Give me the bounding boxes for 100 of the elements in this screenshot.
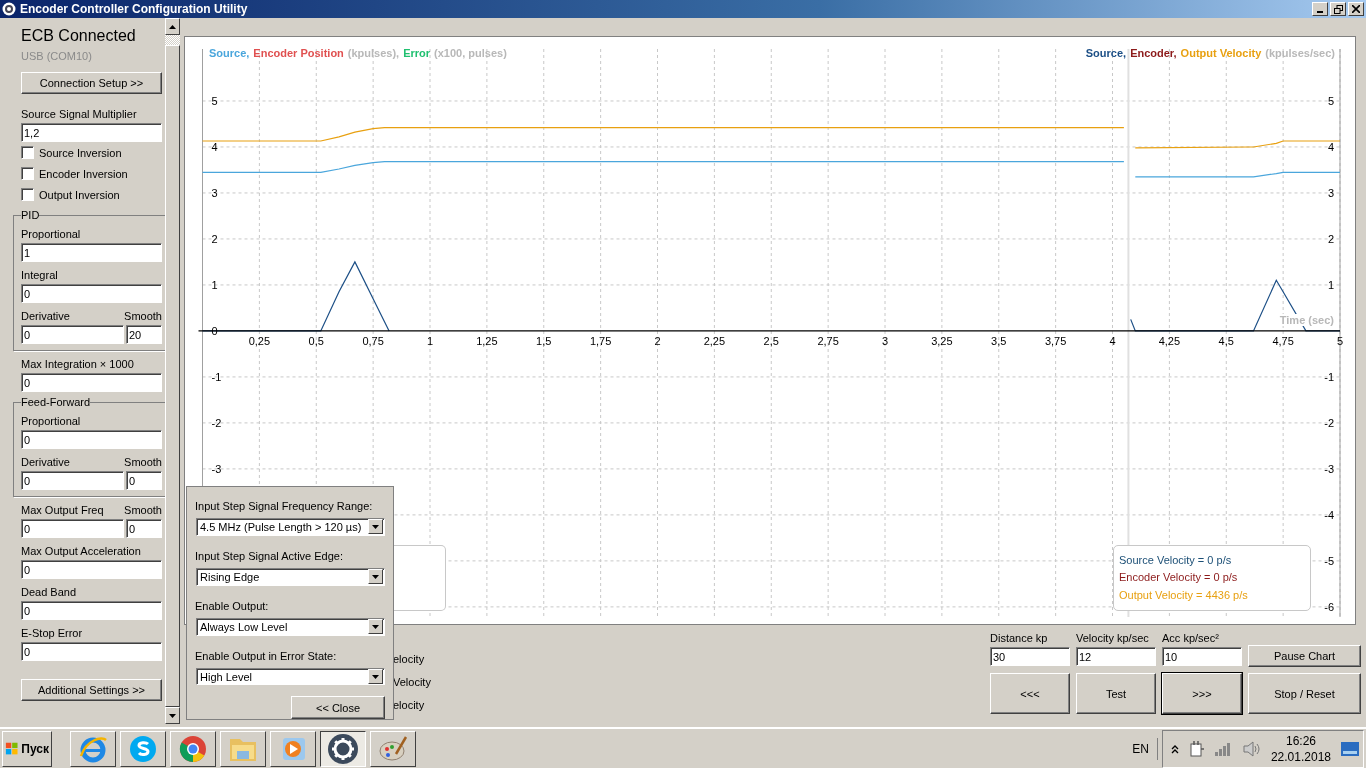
start-button[interactable]: Пуск xyxy=(2,730,52,767)
text-field[interactable]: 30 xyxy=(990,647,1070,666)
down-arrow-icon xyxy=(372,624,379,629)
connection-setup-button[interactable]: Connection Setup >> xyxy=(21,72,162,94)
down-arrow-icon xyxy=(372,574,379,579)
axis-tick-label: 4 xyxy=(1327,140,1334,153)
option-label: elocity xyxy=(393,699,426,713)
scrollbar[interactable] xyxy=(165,18,180,724)
text-field[interactable]: 20 xyxy=(126,325,162,344)
checkbox[interactable] xyxy=(21,146,34,159)
text-field[interactable]: 0 xyxy=(21,519,124,538)
axis-tick-label: -3 xyxy=(211,462,222,475)
field-label: Acc kp/sec² xyxy=(1162,631,1220,645)
close-button[interactable]: << Close xyxy=(291,696,385,719)
pause-chart-button[interactable]: Pause Chart xyxy=(1248,645,1361,667)
group-title: PID xyxy=(21,209,40,221)
text-field[interactable]: 0 xyxy=(21,642,162,661)
field-label: Max Output Acceleration xyxy=(21,544,142,558)
dropdown[interactable]: 4.5 MHz (Pulse Length > 120 µs) xyxy=(196,518,385,536)
axis-tick-label: 2,5 xyxy=(763,334,779,347)
field-label: Max Integration × 1000 xyxy=(21,357,135,371)
taskbar-app[interactable] xyxy=(320,730,366,767)
axis-tick-label: 4 xyxy=(1109,334,1116,347)
power-plug-icon[interactable] xyxy=(1188,739,1205,758)
axis-tick-label: 4,25 xyxy=(1158,334,1181,347)
restore-button[interactable] xyxy=(1330,2,1346,16)
legend-text: Source, xyxy=(1085,47,1127,59)
connection-status: ECB Connected xyxy=(21,27,137,46)
text-field[interactable]: 0 xyxy=(21,601,162,620)
axis-tick-label: 5 xyxy=(1336,334,1344,347)
text-field[interactable]: 1 xyxy=(21,243,162,262)
port-label: USB (COM10) xyxy=(21,50,93,64)
axis-tick-label: 0,5 xyxy=(308,334,324,347)
checkbox-label: Source Inversion xyxy=(39,146,122,159)
up-arrow-icon xyxy=(169,24,176,29)
minimize-button[interactable] xyxy=(1312,2,1328,16)
step-button[interactable]: <<< xyxy=(990,673,1070,714)
gear-icon xyxy=(327,732,359,765)
text-field[interactable]: 0 xyxy=(21,284,162,303)
field-label: Smooth xyxy=(124,309,162,323)
axis-tick-label: -2 xyxy=(211,416,222,429)
desktop-icon[interactable] xyxy=(1341,741,1359,756)
checkbox[interactable] xyxy=(21,188,34,201)
legend-text: (kpulses), xyxy=(347,47,400,59)
text-field[interactable]: 0 xyxy=(21,430,162,449)
axis-tick-label: 2,75 xyxy=(817,334,839,347)
window-title: Encoder Controller Configuration Utility xyxy=(20,2,248,16)
stop-reset-button[interactable]: Stop / Reset xyxy=(1248,673,1361,714)
chat-icon xyxy=(128,733,158,764)
axis-tick-label: 5 xyxy=(1327,94,1334,107)
field-label: Velocity kp/sec xyxy=(1076,631,1150,645)
clock-time: 16:26 xyxy=(1285,732,1316,749)
legend-text: Source, xyxy=(209,47,250,59)
checkbox-label: Encoder Inversion xyxy=(39,167,128,180)
axis-tick-label: -1 xyxy=(211,370,222,383)
text-field[interactable]: 0 xyxy=(126,471,162,490)
close-button[interactable] xyxy=(1348,2,1364,16)
axis-title: Time (sec) xyxy=(1278,314,1335,326)
additional-settings-button[interactable]: Additional Settings >> xyxy=(21,679,162,701)
legend-text: (x100, pulses) xyxy=(434,47,507,59)
axis-tick-label: -2 xyxy=(1324,416,1334,429)
axis-tick-label: 4,75 xyxy=(1272,334,1294,347)
axis-tick-label: 0,25 xyxy=(248,334,271,347)
field-label: Smooth xyxy=(124,455,162,469)
field-label: Proportional xyxy=(21,414,82,428)
axis-tick-label: 3,25 xyxy=(931,334,953,347)
text-field[interactable]: 1,2 xyxy=(21,123,162,142)
field-label: Dead Band xyxy=(21,585,78,599)
axis-tick-label: 3,5 xyxy=(991,334,1007,347)
text-field[interactable]: 0 xyxy=(21,373,162,392)
step-button[interactable]: Test xyxy=(1076,673,1156,714)
axis-tick-label: 4,5 xyxy=(1218,334,1234,347)
dropdown[interactable]: High Level xyxy=(196,667,385,686)
text-field[interactable]: 0 xyxy=(21,325,124,344)
text-field[interactable]: 0 xyxy=(21,471,124,490)
text-field[interactable]: 0 xyxy=(126,519,162,538)
language-indicator[interactable]: EN xyxy=(1132,737,1158,760)
dropdown[interactable]: Rising Edge xyxy=(196,567,385,586)
chevron-up-icon[interactable] xyxy=(1170,743,1179,754)
dropdown[interactable]: Always Low Level xyxy=(196,617,385,636)
field-label: Source Signal Multiplier xyxy=(21,107,138,121)
readout-text: Output Velocity = 4436 p/s xyxy=(1119,588,1249,602)
down-arrow-icon xyxy=(169,713,176,718)
field-label: Proportional xyxy=(21,227,82,241)
axis-tick-label: 0 xyxy=(211,324,218,337)
axis-tick-label: 3 xyxy=(211,186,218,199)
text-field[interactable]: 12 xyxy=(1076,647,1156,666)
close-icon xyxy=(1352,5,1360,13)
legend-text: Encoder Position xyxy=(253,47,344,59)
field-label: Distance kp xyxy=(990,631,1049,645)
text-field[interactable]: 10 xyxy=(1162,647,1242,666)
checkbox[interactable] xyxy=(21,167,34,180)
axis-tick-label: -4 xyxy=(1324,508,1334,521)
step-button[interactable]: >>> xyxy=(1162,673,1242,714)
axis-tick-label: 1,5 xyxy=(536,334,552,347)
round-browser-icon xyxy=(178,733,208,764)
field-label: Enable Output: xyxy=(195,598,270,613)
readout-text: Source Velocity = 0 p/s xyxy=(1119,554,1233,568)
axis-tick-label: 1,25 xyxy=(476,334,498,347)
text-field[interactable]: 0 xyxy=(21,560,162,579)
